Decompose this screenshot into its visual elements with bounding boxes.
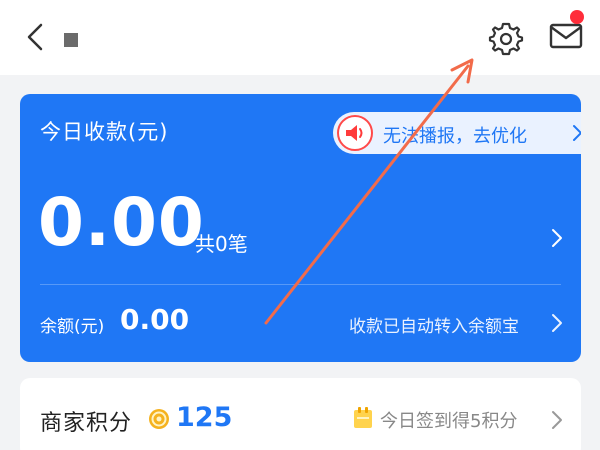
- merchant-points-card[interactable]: 商家积分 125 今日签到得5积分: [20, 378, 581, 450]
- envelope-icon: [549, 23, 583, 49]
- today-income-title: 今日收款(元): [40, 120, 169, 144]
- broadcast-text: 无法播报，去优化: [383, 126, 527, 147]
- card-divider: [40, 284, 561, 285]
- chevron-right-icon[interactable]: [550, 410, 564, 430]
- calendar-checkin-icon: [354, 407, 372, 428]
- chevron-right-icon[interactable]: [550, 313, 564, 333]
- page-title-placeholder: [64, 33, 78, 47]
- checkin-text[interactable]: 今日签到得5积分: [380, 407, 517, 433]
- today-income-card: 今日收款(元) 无法播报，去优化 0.00 共0笔 余额(元) 0.00 收款已…: [20, 94, 581, 362]
- speaker-icon: [346, 125, 363, 141]
- points-label: 商家积分: [40, 411, 133, 436]
- notification-badge: [570, 10, 584, 24]
- chevron-right-icon: [573, 125, 581, 141]
- chevron-left-icon: [27, 23, 43, 51]
- auto-transfer-link[interactable]: 收款已自动转入余额宝: [349, 312, 519, 337]
- speaker-icon-wrap: [337, 115, 373, 151]
- broadcast-optimize-button[interactable]: 无法播报，去优化: [333, 112, 581, 154]
- balance-value: 0.00: [120, 303, 190, 336]
- chevron-right-icon[interactable]: [550, 228, 564, 248]
- gear-icon: [488, 22, 524, 56]
- top-bar: [0, 0, 600, 75]
- points-value: 125: [176, 402, 233, 433]
- balance-label: 余额(元): [40, 317, 105, 337]
- today-amount: 0.00: [38, 184, 205, 261]
- back-button[interactable]: [18, 20, 52, 54]
- coin-icon: [149, 409, 169, 429]
- settings-button[interactable]: [486, 18, 526, 58]
- transaction-count: 共0笔: [195, 232, 248, 256]
